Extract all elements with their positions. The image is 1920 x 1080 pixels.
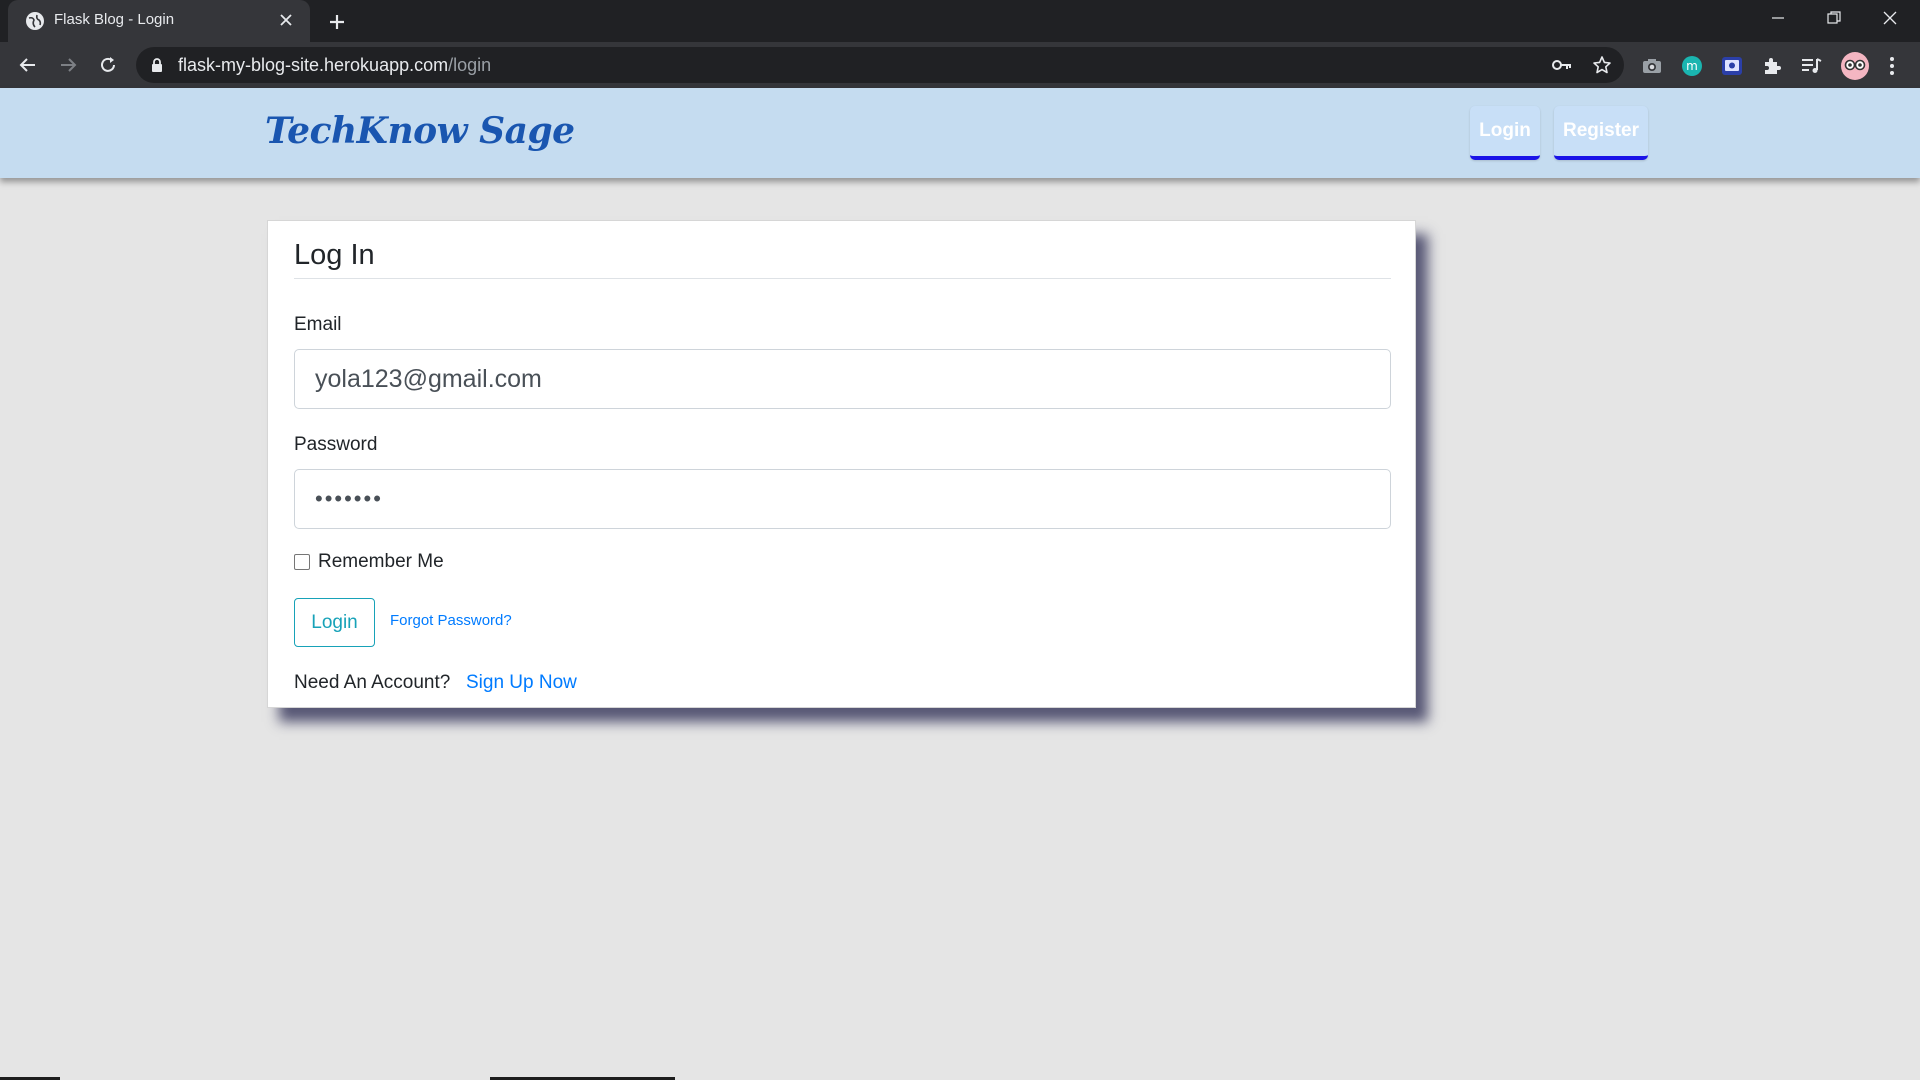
globe-icon [26,12,44,30]
restore-icon[interactable] [1806,0,1862,36]
email-value: yola123@gmail.com [315,364,542,393]
svg-text:m: m [1686,59,1698,73]
login-submit-button[interactable]: Login [294,598,375,647]
sign-up-link[interactable]: Sign Up Now [466,672,577,694]
header-login-button[interactable]: Login [1470,106,1540,160]
window-close-icon[interactable] [1862,0,1918,36]
login-card: Log In Email yola123@gmail.com Password … [267,220,1416,708]
reload-icon[interactable] [92,49,124,81]
plus-icon[interactable] [324,9,350,35]
forgot-password-link[interactable]: Forgot Password? [390,612,512,629]
screen-extension-icon[interactable] [1720,54,1744,78]
email-field[interactable]: yola123@gmail.com [294,349,1391,409]
password-field[interactable]: ••••••• [294,469,1391,529]
star-icon[interactable] [1590,53,1614,77]
puzzle-icon[interactable] [1760,54,1784,78]
m-extension-icon[interactable]: m [1680,54,1704,78]
header-register-button[interactable]: Register [1554,106,1648,160]
tab-title: Flask Blog - Login [54,11,175,28]
password-value: ••••••• [315,486,383,511]
url-host: flask-my-blog-site.herokuapp.com [178,55,449,75]
email-label: Email [294,314,342,335]
kebab-menu-icon[interactable] [1880,54,1904,78]
password-label: Password [294,434,378,455]
browser-tab[interactable]: Flask Blog - Login [8,0,310,42]
back-arrow-icon[interactable] [12,49,44,81]
key-icon[interactable] [1550,53,1574,77]
remember-me-checkbox[interactable] [294,554,310,570]
browser-toolbar: flask-my-blog-site.herokuapp.com/login m [0,42,1920,88]
profile-avatar-icon[interactable] [1840,51,1870,81]
need-account-text: Need An Account? [294,672,451,693]
browser-tabstrip: Flask Blog - Login [0,0,1920,42]
forward-arrow-icon[interactable] [52,49,84,81]
brand-logo[interactable]: TechKnow Sage [265,110,575,152]
remember-me-label[interactable]: Remember Me [318,551,444,573]
url-text: flask-my-blog-site.herokuapp.com/login [178,55,491,76]
site-header: TechKnow Sage Login Register [0,88,1920,178]
title-divider [294,278,1391,279]
address-bar[interactable]: flask-my-blog-site.herokuapp.com/login [136,47,1624,83]
minimize-icon[interactable] [1750,0,1806,36]
page-title: Log In [294,239,375,271]
lock-icon[interactable] [150,57,164,73]
camera-icon[interactable] [1640,54,1664,78]
media-queue-icon[interactable] [1800,54,1824,78]
url-path: /login [448,55,492,75]
close-icon[interactable] [276,10,296,30]
